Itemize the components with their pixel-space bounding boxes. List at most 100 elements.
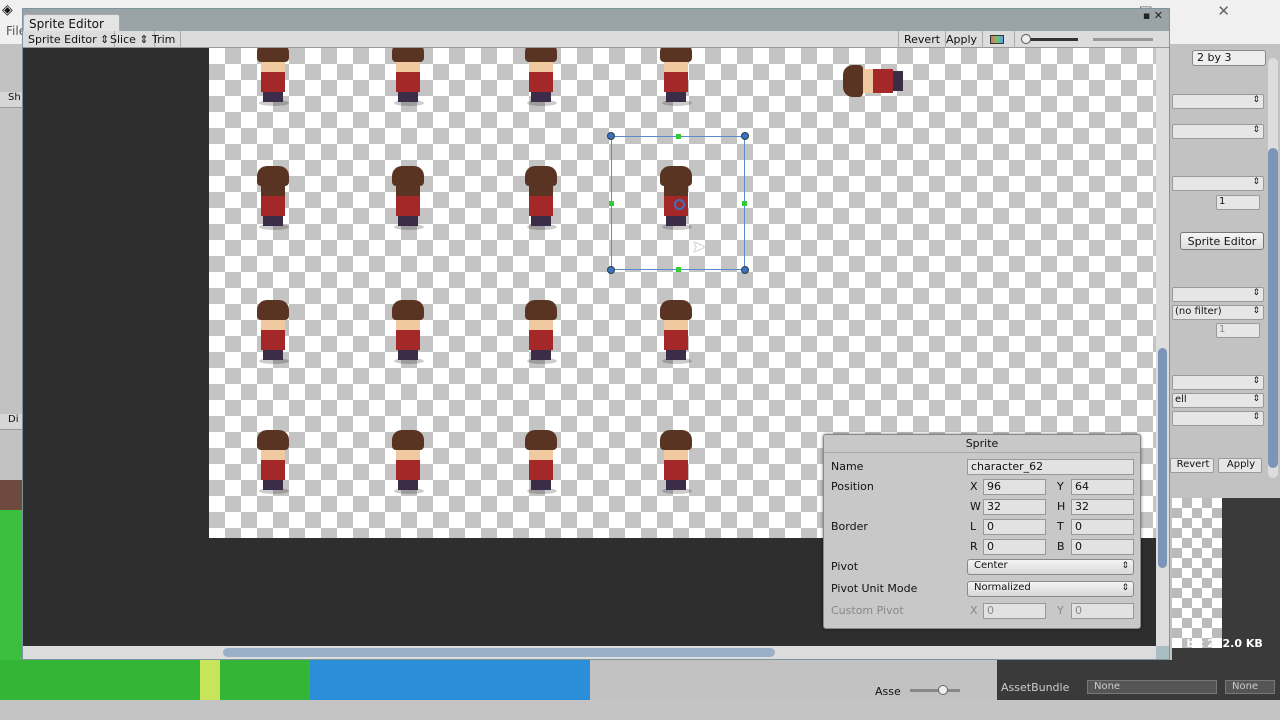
- r-label: R: [970, 540, 978, 553]
- custom-x-label: X: [970, 604, 978, 617]
- grid-dropdown[interactable]: 2 by 3: [1192, 50, 1266, 66]
- sprite-mode-dropdown[interactable]: [1172, 124, 1264, 139]
- character-sprite[interactable]: [380, 166, 436, 232]
- l-label: L: [970, 520, 977, 533]
- position-x-field[interactable]: 96: [983, 479, 1046, 495]
- compression-dropdown[interactable]: ell: [1172, 393, 1264, 408]
- character-sprite[interactable]: [648, 430, 704, 496]
- edge-handle[interactable]: [742, 201, 747, 206]
- pivot-handle[interactable]: [674, 199, 685, 210]
- character-sprite[interactable]: [513, 300, 569, 366]
- custom-pivot-x-field[interactable]: 0: [983, 603, 1046, 619]
- character-sprite[interactable]: [380, 430, 436, 496]
- window-buttons[interactable]: ▪ ✕: [1143, 9, 1163, 22]
- aniso-field[interactable]: 1: [1216, 323, 1260, 338]
- vertical-scroll-thumb[interactable]: [1158, 348, 1167, 568]
- character-sprite[interactable]: [513, 48, 569, 108]
- edge-handle[interactable]: [676, 267, 681, 272]
- y-axis-label: Y: [1057, 480, 1064, 493]
- character-sprite[interactable]: [245, 430, 301, 496]
- border-l-field[interactable]: 0: [983, 519, 1046, 535]
- name-label: Name: [831, 460, 864, 473]
- zoom-slider[interactable]: [1021, 34, 1078, 44]
- h-label: H: [1057, 500, 1066, 513]
- mode-label: Sprite Editor: [28, 33, 97, 46]
- vertical-scrollbar[interactable]: [1156, 48, 1169, 646]
- border-r-field[interactable]: 0: [983, 539, 1046, 555]
- sprite-editor-window: Sprite Editor ▪ ✕ Sprite Editor ⇕ Slice …: [22, 8, 1170, 660]
- pivot-unit-mode-dropdown[interactable]: Normalized: [967, 581, 1134, 597]
- character-sprite[interactable]: [380, 300, 436, 366]
- filter-mode-dropdown[interactable]: (no filter): [1172, 305, 1264, 320]
- assetbundle-dropdown[interactable]: None: [1087, 680, 1217, 694]
- resize-handle[interactable]: [741, 132, 749, 140]
- tab-shaded[interactable]: Sh: [0, 92, 24, 108]
- character-sprite[interactable]: [513, 430, 569, 496]
- window-title-bar: Sprite Editor ▪ ✕: [23, 9, 1169, 32]
- pivot-unit-mode-label: Pivot Unit Mode: [831, 582, 918, 595]
- status-bar: [0, 700, 1280, 720]
- height-field[interactable]: 32: [1071, 499, 1134, 515]
- character-sprite[interactable]: [513, 166, 569, 232]
- trim-button[interactable]: Trim: [147, 31, 182, 48]
- apply-button[interactable]: Apply: [941, 31, 984, 48]
- character-sprite-lying[interactable]: [843, 53, 909, 109]
- custom-y-label: Y: [1057, 604, 1064, 617]
- pivot-dropdown[interactable]: Center: [967, 559, 1134, 575]
- format-dropdown[interactable]: [1172, 375, 1264, 390]
- edge-handle[interactable]: [676, 134, 681, 139]
- x-axis-label: X: [970, 480, 978, 493]
- mode-dropdown[interactable]: Sprite Editor ⇕: [23, 31, 116, 48]
- mesh-type-dropdown[interactable]: [1172, 176, 1264, 191]
- resize-handle[interactable]: [607, 266, 615, 274]
- character-sprite[interactable]: [648, 48, 704, 108]
- revert-button[interactable]: Revert: [898, 31, 947, 48]
- mip-slider[interactable]: [1093, 38, 1153, 41]
- inspector-scrollbar[interactable]: [1268, 58, 1278, 478]
- sprite-properties-panel: Sprite Name character_62 Position X 96 Y…: [823, 434, 1141, 629]
- assetbundle-label: AssetBundle: [1001, 681, 1070, 694]
- mouse-cursor-icon: ➤: [692, 237, 706, 256]
- inspector-apply-button[interactable]: Apply: [1218, 458, 1262, 473]
- character-sprite[interactable]: [245, 300, 301, 366]
- character-sprite[interactable]: [245, 48, 301, 108]
- sprite-editor-button[interactable]: Sprite Editor: [1180, 232, 1264, 250]
- t-label: T: [1057, 520, 1064, 533]
- sprite-selection-rect[interactable]: ➤: [607, 132, 749, 274]
- sprite-editor-toolbar: Sprite Editor ⇕ Slice ⇕ Trim Revert Appl…: [23, 31, 1169, 48]
- pixels-per-unit-field[interactable]: 1: [1216, 195, 1260, 210]
- tab-di[interactable]: Di: [0, 414, 24, 430]
- edge-handle[interactable]: [609, 201, 614, 206]
- character-sprite[interactable]: [245, 166, 301, 232]
- character-sprite[interactable]: [380, 48, 436, 108]
- position-y-field[interactable]: 64: [1071, 479, 1134, 495]
- resize-handle[interactable]: [741, 266, 749, 274]
- asset-size-slider[interactable]: [910, 685, 960, 695]
- resize-handle[interactable]: [607, 132, 615, 140]
- position-label: Position: [831, 480, 874, 493]
- inspector-revert-button[interactable]: Revert: [1170, 458, 1214, 473]
- name-field[interactable]: character_62: [967, 459, 1134, 475]
- texture-type-dropdown[interactable]: [1172, 94, 1264, 109]
- pivot-label: Pivot: [831, 560, 859, 573]
- w-label: W: [970, 500, 981, 513]
- border-b-field[interactable]: 0: [1071, 539, 1134, 555]
- wrap-mode-dropdown[interactable]: [1172, 287, 1264, 302]
- horizontal-scroll-thumb[interactable]: [223, 648, 775, 657]
- panel-title: Sprite: [824, 435, 1140, 453]
- character-sprite[interactable]: [648, 300, 704, 366]
- variant-dropdown[interactable]: None: [1225, 680, 1275, 694]
- custom-pivot-y-field[interactable]: 0: [1071, 603, 1134, 619]
- horizontal-scrollbar[interactable]: [23, 646, 1156, 659]
- quality-dropdown[interactable]: [1172, 411, 1264, 426]
- color-channel-toggle-icon[interactable]: [985, 31, 1015, 48]
- asset-size-label: Asse: [875, 685, 901, 698]
- width-field[interactable]: 32: [983, 499, 1046, 515]
- border-label: Border: [831, 520, 868, 533]
- b-label: B: [1057, 540, 1065, 553]
- custom-pivot-label: Custom Pivot: [831, 604, 904, 617]
- scene-view-strip: [0, 660, 590, 700]
- sprite-canvas[interactable]: ➤ Sprite Name character_62 Position X 96…: [23, 48, 1156, 646]
- border-t-field[interactable]: 0: [1071, 519, 1134, 535]
- window-tab[interactable]: Sprite Editor: [23, 14, 120, 32]
